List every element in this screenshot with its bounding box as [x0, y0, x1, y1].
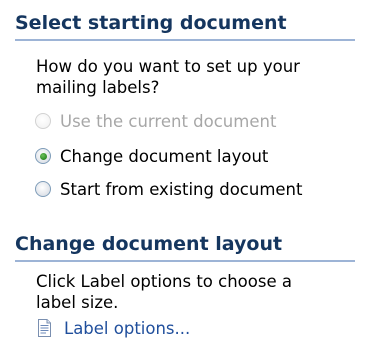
layout-description-line-1: Click Label options to choose a [36, 272, 292, 291]
change-document-layout-header: Change document layout [15, 230, 355, 262]
radio-start-from-existing-document[interactable] [35, 181, 51, 197]
setup-prompt-line-1: How do you want to set up your [36, 57, 300, 76]
label-options-link-text[interactable]: Label options... [64, 319, 190, 338]
setup-prompt-line-2: mailing labels? [36, 78, 160, 97]
label-options-link[interactable]: Label options... [37, 316, 190, 340]
layout-description-line-2: label size. [36, 293, 119, 312]
mail-merge-task-pane: Select starting document How do you want… [0, 0, 377, 352]
option-start-from-existing-document[interactable]: Start from existing document [35, 177, 302, 201]
option-start-from-existing-document-label: Start from existing document [60, 179, 303, 199]
option-change-document-layout[interactable]: Change document layout [35, 144, 268, 168]
select-starting-document-header: Select starting document [15, 9, 355, 41]
radio-use-current-document[interactable] [35, 113, 51, 129]
option-use-current-document-label: Use the current document [60, 111, 277, 131]
radio-change-document-layout[interactable] [35, 148, 51, 164]
document-icon [38, 319, 51, 337]
option-change-document-layout-label: Change document layout [60, 146, 269, 166]
option-use-current-document[interactable]: Use the current document [35, 109, 276, 133]
